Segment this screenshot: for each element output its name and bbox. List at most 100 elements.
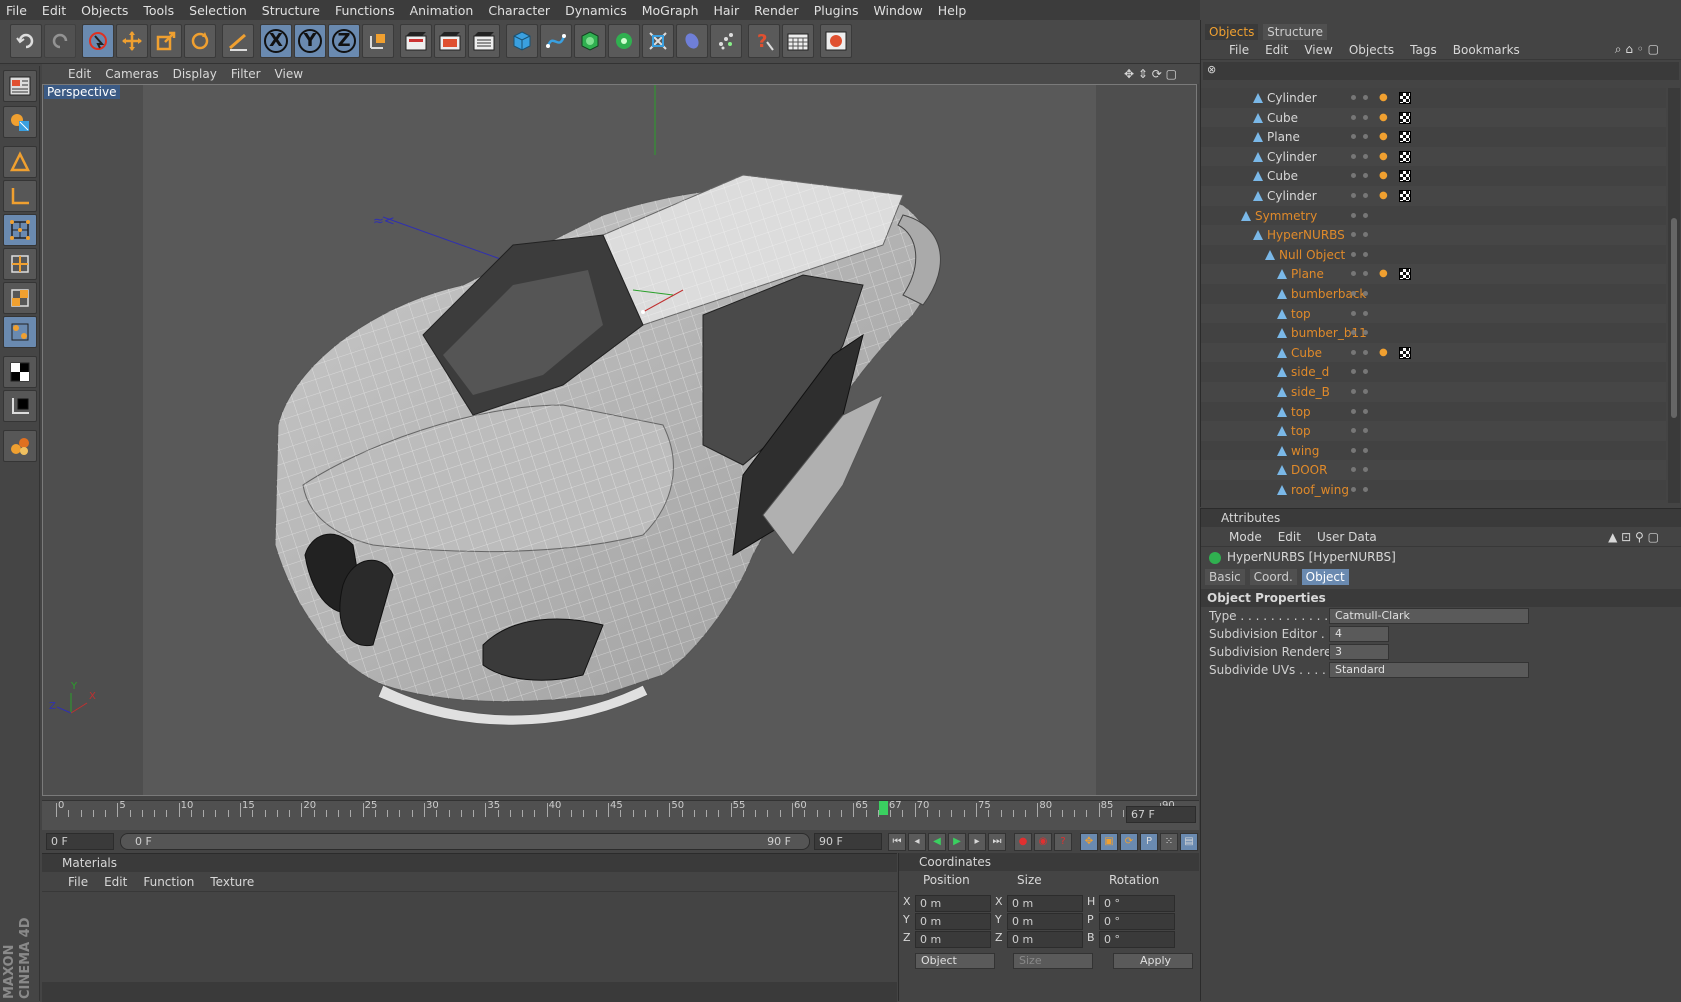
phong-tag-icon[interactable]: ● bbox=[1379, 170, 1391, 182]
texture-tag-icon[interactable] bbox=[1399, 92, 1411, 104]
scene-environment-icon[interactable] bbox=[676, 24, 708, 58]
size-field[interactable]: 0 m bbox=[1007, 931, 1083, 948]
render-visibility-dot[interactable] bbox=[1363, 447, 1368, 453]
object-row[interactable]: Symmetry bbox=[1201, 205, 1666, 226]
editor-visibility-dot[interactable] bbox=[1351, 389, 1356, 394]
menu-tools[interactable]: Tools bbox=[143, 3, 174, 18]
objects-menu-objects[interactable]: Objects bbox=[1349, 43, 1394, 57]
object-row-name[interactable]: DOOR bbox=[1277, 460, 1327, 480]
object-row[interactable]: top bbox=[1201, 303, 1666, 324]
tab-structure[interactable]: Structure bbox=[1263, 24, 1327, 40]
editor-visibility-dot[interactable] bbox=[1351, 193, 1356, 198]
attributes-nav-icons[interactable]: ▲ ⊡ ⚲ ▢ bbox=[1608, 530, 1659, 544]
object-row[interactable]: Null Object bbox=[1201, 244, 1666, 265]
objects-menu-view[interactable]: View bbox=[1304, 43, 1332, 57]
play-backwards-icon[interactable]: ◀ bbox=[928, 833, 946, 851]
objects-menu-file[interactable]: File bbox=[1229, 43, 1249, 57]
coordinate-mode-dropdown[interactable]: Object bbox=[915, 953, 995, 969]
menu-help[interactable]: Help bbox=[938, 3, 967, 18]
live-selection-icon[interactable] bbox=[82, 24, 114, 58]
render-picture-viewer-icon[interactable] bbox=[434, 24, 466, 58]
end-frame-field[interactable]: 90 F bbox=[814, 833, 882, 850]
timeline-ruler[interactable]: 05101520253035404550556065707580859067 6… bbox=[42, 800, 1199, 830]
render-visibility-dot[interactable] bbox=[1363, 291, 1368, 296]
frame-range-slider[interactable]: 0 F 90 F bbox=[120, 833, 810, 850]
object-row-name[interactable]: top bbox=[1277, 304, 1311, 324]
viewport-3d[interactable]: ≈< Y X Z bbox=[42, 84, 1197, 796]
render-visibility-dot[interactable] bbox=[1363, 193, 1368, 198]
picture-viewer-icon[interactable] bbox=[820, 24, 852, 58]
phong-tag-icon[interactable]: ● bbox=[1379, 190, 1391, 202]
object-row[interactable]: Cylinder ● bbox=[1201, 146, 1666, 167]
render-visibility-dot[interactable] bbox=[1363, 369, 1368, 375]
z-axis-lock-button[interactable]: Z bbox=[328, 24, 360, 58]
object-row[interactable]: side_B bbox=[1201, 382, 1666, 402]
materials-menu-function[interactable]: Function bbox=[143, 875, 194, 889]
particle-icon[interactable] bbox=[710, 24, 742, 58]
rotate-icon[interactable] bbox=[184, 24, 216, 58]
editor-visibility-dot[interactable] bbox=[1351, 428, 1356, 434]
menu-dynamics[interactable]: Dynamics bbox=[565, 3, 627, 18]
objects-menu-edit[interactable]: Edit bbox=[1265, 43, 1288, 57]
render-visibility-dot[interactable] bbox=[1363, 232, 1368, 238]
texture-tag-icon[interactable] bbox=[1399, 190, 1411, 202]
object-row[interactable]: Plane ● bbox=[1201, 264, 1666, 285]
editor-visibility-dot[interactable] bbox=[1351, 487, 1356, 492]
render-visibility-dot[interactable] bbox=[1363, 487, 1368, 492]
materials-menu-edit[interactable]: Edit bbox=[104, 875, 127, 889]
render-visibility-dot[interactable] bbox=[1363, 134, 1368, 140]
go-to-start-icon[interactable]: ⏮ bbox=[888, 833, 906, 851]
render-settings-icon[interactable] bbox=[468, 24, 500, 58]
position-field[interactable]: 0 m bbox=[915, 931, 991, 948]
start-frame-field[interactable]: 0 F bbox=[46, 833, 114, 850]
phong-tag-icon[interactable]: ● bbox=[1379, 92, 1391, 104]
editor-visibility-dot[interactable] bbox=[1351, 95, 1356, 100]
record-point-level-icon[interactable]: ⁙ bbox=[1160, 833, 1178, 851]
menu-file[interactable]: File bbox=[6, 3, 27, 18]
object-row[interactable]: top bbox=[1201, 401, 1666, 422]
render-visibility-dot[interactable] bbox=[1363, 114, 1368, 120]
attributes-menu-edit[interactable]: Edit bbox=[1278, 530, 1301, 544]
phong-tag-icon[interactable]: ● bbox=[1379, 131, 1391, 143]
property-value[interactable]: 4 bbox=[1329, 626, 1389, 642]
object-list-scrollbar[interactable] bbox=[1668, 88, 1680, 503]
phong-tag-icon[interactable]: ● bbox=[1379, 112, 1391, 124]
viewport-menu-filter[interactable]: Filter bbox=[231, 67, 261, 81]
autokeying-icon[interactable]: ◉ bbox=[1034, 833, 1052, 851]
rotation-field[interactable]: 0 ° bbox=[1099, 931, 1175, 948]
mograph-cloner-icon[interactable] bbox=[608, 24, 640, 58]
render-visibility-dot[interactable] bbox=[1363, 251, 1368, 257]
play-forwards-icon[interactable]: ▶ bbox=[948, 833, 966, 851]
undo-icon[interactable] bbox=[10, 24, 42, 58]
deformer-icon[interactable] bbox=[642, 24, 674, 58]
object-row[interactable]: Cylinder ● bbox=[1201, 186, 1666, 206]
model-mode-icon[interactable] bbox=[3, 146, 37, 178]
menu-functions[interactable]: Functions bbox=[335, 3, 395, 18]
viewport-menu-display[interactable]: Display bbox=[173, 67, 217, 81]
menu-structure[interactable]: Structure bbox=[262, 3, 320, 18]
property-value[interactable]: 3 bbox=[1329, 644, 1389, 660]
help-icon[interactable]: ? bbox=[748, 24, 780, 58]
materials-menu-file[interactable]: File bbox=[68, 875, 88, 889]
editor-visibility-dot[interactable] bbox=[1351, 173, 1356, 179]
object-row[interactable]: side_d bbox=[1201, 362, 1666, 383]
object-row[interactable]: Plane ● bbox=[1201, 127, 1666, 148]
object-row[interactable]: Cylinder ● bbox=[1201, 88, 1666, 108]
editor-visibility-dot[interactable] bbox=[1351, 369, 1356, 375]
object-row-name[interactable]: Cube bbox=[1253, 166, 1298, 186]
render-visibility-dot[interactable] bbox=[1363, 408, 1368, 414]
property-value[interactable]: Catmull-Clark bbox=[1329, 608, 1529, 624]
car-model-wireframe[interactable]: ≈< bbox=[43, 85, 1197, 796]
rotation-field[interactable]: 0 ° bbox=[1099, 913, 1175, 930]
object-row-name[interactable]: Plane bbox=[1253, 127, 1300, 147]
phong-tag-icon[interactable]: ● bbox=[1379, 347, 1391, 359]
tab-objects[interactable]: Objects bbox=[1205, 24, 1259, 40]
menu-hair[interactable]: Hair bbox=[714, 3, 740, 18]
object-row-name[interactable]: top bbox=[1277, 402, 1311, 422]
render-visibility-dot[interactable] bbox=[1363, 212, 1368, 218]
attributes-menu-user-data[interactable]: User Data bbox=[1317, 530, 1377, 544]
tweak-mode-icon[interactable] bbox=[3, 356, 37, 388]
editor-visibility-dot[interactable] bbox=[1351, 349, 1356, 355]
render-visibility-dot[interactable] bbox=[1363, 389, 1368, 394]
scrollbar-thumb[interactable] bbox=[1671, 218, 1677, 418]
